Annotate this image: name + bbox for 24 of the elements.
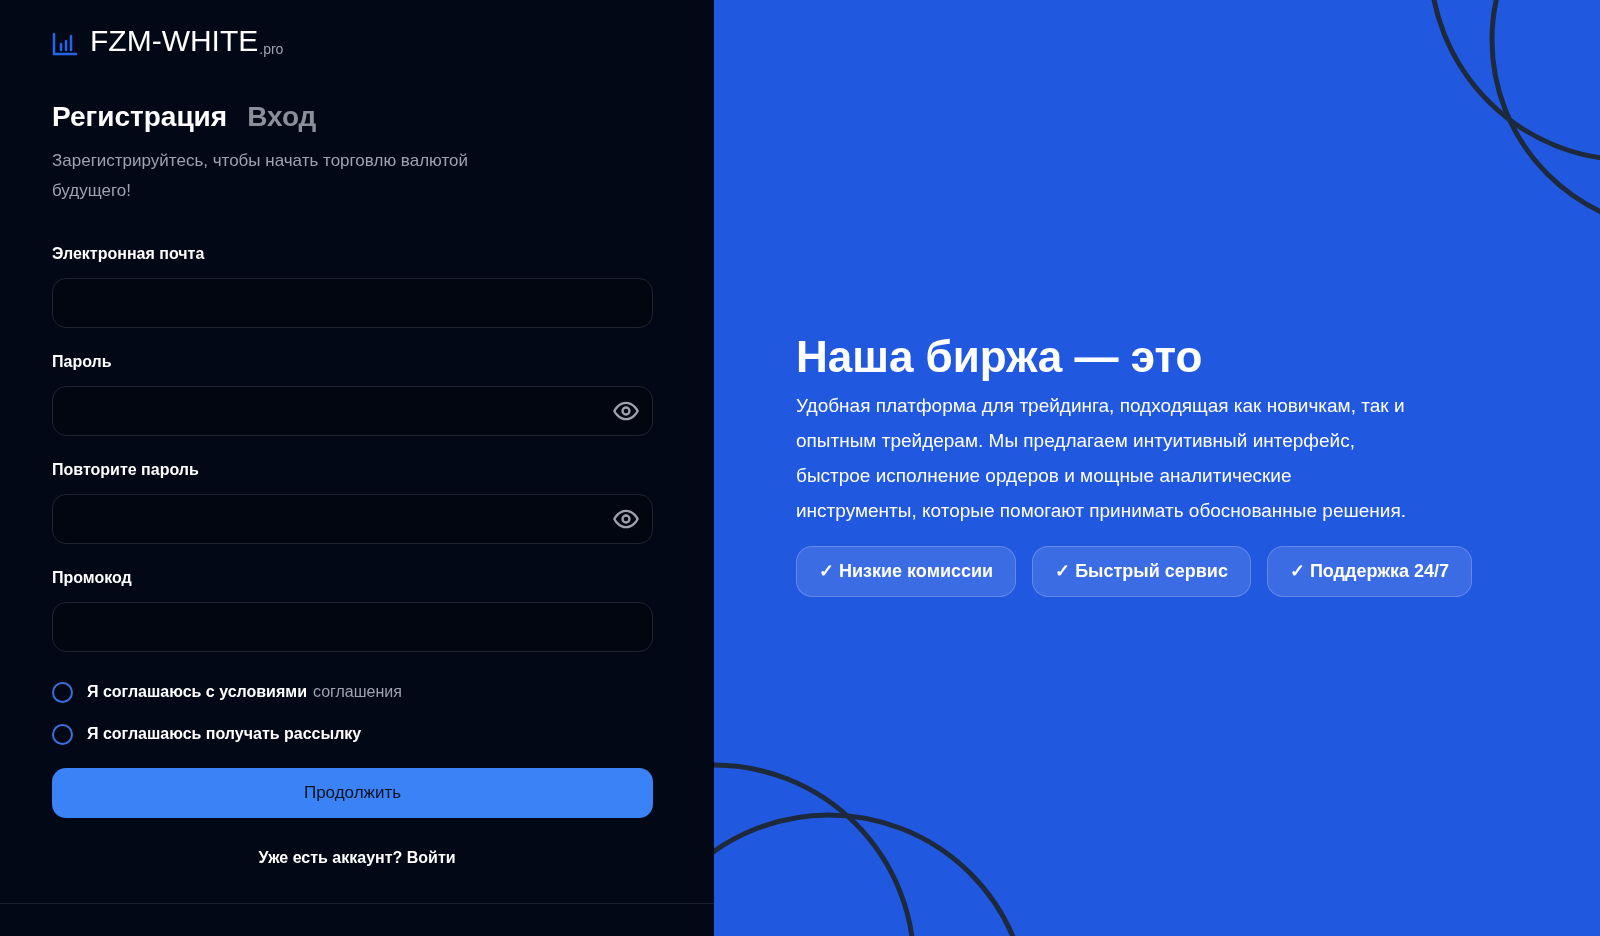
feature-chip: ✓ Быстрый сервис bbox=[1032, 546, 1251, 597]
agreement-text: Я соглашаюсь с условиями bbox=[87, 682, 307, 702]
feature-chip: ✓ Низкие комиссии bbox=[796, 546, 1017, 597]
field-label: Промокод bbox=[52, 568, 133, 588]
feature-chip: ✓ Поддержка 24/7 bbox=[1266, 546, 1473, 597]
logo-text: FZM-WHITE bbox=[90, 26, 259, 56]
input-field[interactable] bbox=[52, 494, 653, 544]
tab[interactable]: Вход bbox=[247, 99, 317, 134]
field-label: Повторите пароль bbox=[52, 460, 200, 480]
promo-title: Наша биржа — это bbox=[796, 331, 1204, 383]
bar-chart-icon bbox=[52, 32, 78, 56]
agreement-link[interactable]: соглашения bbox=[312, 680, 402, 704]
agreement-text: Я соглашаюсь получать рассылку bbox=[87, 724, 362, 744]
continue-button[interactable]: Продолжить bbox=[52, 768, 653, 818]
input-field[interactable] bbox=[52, 386, 653, 436]
promo-text: Удобная платформа для трейдинга, подходящая как новичкам, так и опытным трейдерам. Мы предлагаем интуитивный интерфейс, быстрое исполнение ордеров и мощные аналитические инструменты, которые помогают принимать обоснованные решения. bbox=[796, 394, 1407, 523]
input-field[interactable] bbox=[52, 602, 653, 652]
subtitle: Зарегистрируйтесь, чтобы начать торговлю валютой будущего! bbox=[52, 150, 469, 202]
login-link[interactable]: Уже есть аккаунт? Войти bbox=[56, 846, 658, 870]
input-field[interactable] bbox=[52, 278, 653, 328]
field-label: Электронная почта bbox=[52, 244, 206, 264]
tab[interactable]: Регистрация bbox=[52, 99, 228, 134]
field-label: Пароль bbox=[52, 352, 113, 372]
logo-suffix: .pro bbox=[259, 42, 284, 56]
